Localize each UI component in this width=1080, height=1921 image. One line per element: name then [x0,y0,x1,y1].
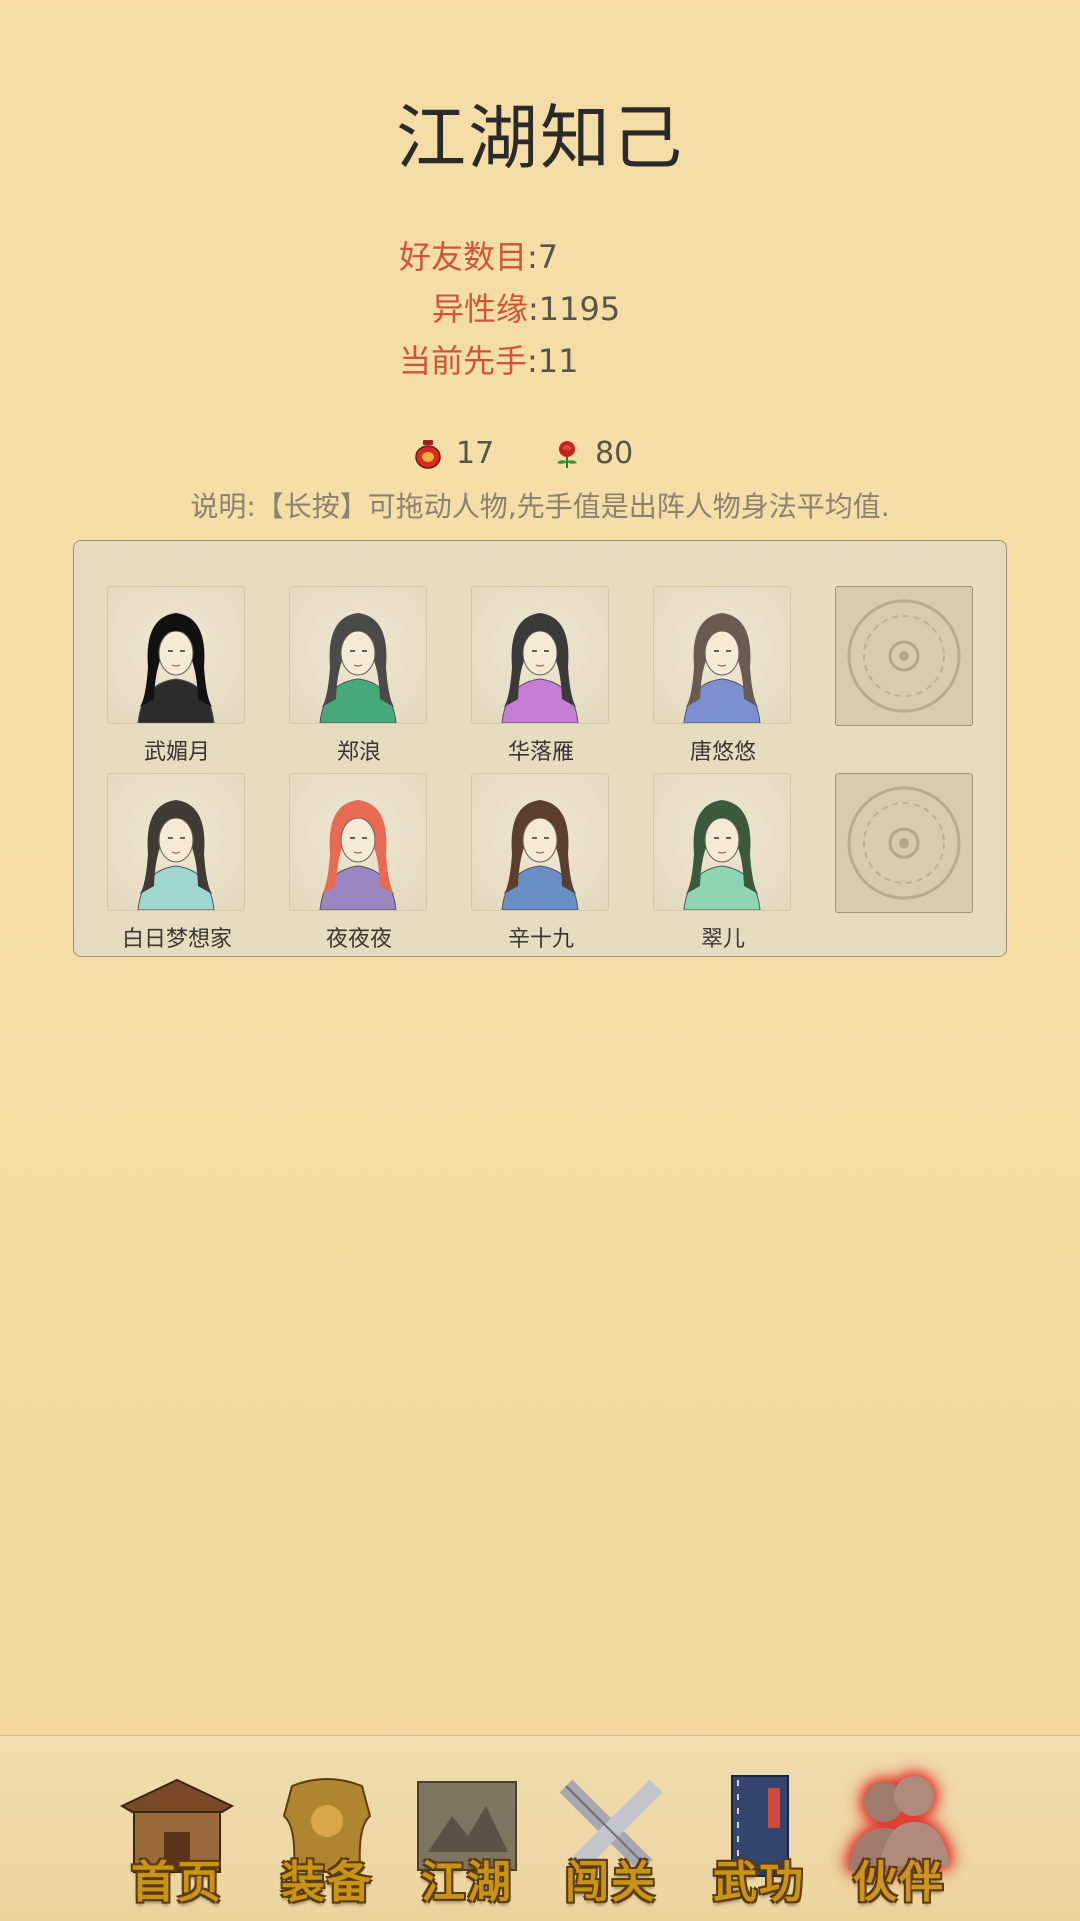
nav-item-scroll-map[interactable]: 江湖 [402,1766,532,1908]
companion-portrait [471,773,609,911]
companion-portrait [653,773,791,911]
stat-initiative: 当前先手:11 [399,342,579,380]
companion-portrait [653,586,791,724]
resource-rose-count: 80 [595,436,634,471]
nav-label: 闯关 [565,1857,657,1908]
page-title: 江湖知己 [396,97,684,179]
stat-label: 好友数目 [399,238,528,276]
nav-item-armor[interactable]: 装备 [262,1766,392,1908]
companion-name: 郑浪 [336,740,381,765]
wine-jar-icon [415,439,441,469]
nav-label: 武功 [713,1857,805,1908]
stat-label: 异性缘 [432,290,529,328]
companion-name: 唐悠悠 [689,740,756,765]
nav-label: 首页 [131,1857,223,1908]
rose-icon [557,440,577,468]
empty-slot[interactable] [835,586,975,726]
stat-friend-count: 好友数目:7 [399,238,559,276]
companion-card[interactable]: 武媚月 [107,586,247,766]
resource-rose: 80 [553,436,633,471]
empty-slot[interactable] [835,773,975,913]
stat-label: 当前先手 [399,342,528,380]
companion-name: 翠儿 [700,927,745,952]
stat-opposite-sex-affinity: 异性缘:1195 [432,290,621,328]
nav-item-companions[interactable]: 伙伴 [834,1766,964,1908]
companion-card[interactable]: 唐悠悠 [653,586,793,766]
stat-value: 11 [537,342,579,380]
companion-card[interactable]: 白日梦想家 [107,773,247,953]
companion-name: 白日梦想家 [121,927,232,952]
companion-name: 华落雁 [507,740,574,765]
bottom-nav: 首页 装备 江湖 闯关 武功 伙伴 [0,1735,1080,1921]
resource-wine: 17 [414,436,494,471]
companion-name: 夜夜夜 [325,927,392,952]
companion-name: 辛十九 [507,927,574,952]
companion-card[interactable]: 郑浪 [289,586,429,766]
nav-label: 江湖 [421,1857,513,1908]
companion-portrait [107,773,245,911]
stat-value: 7 [537,238,559,276]
companion-name: 武媚月 [143,740,210,765]
bronze-mirror-icon [835,586,973,726]
companion-card[interactable]: 华落雁 [471,586,611,766]
companion-portrait [471,586,609,724]
companion-portrait [289,586,427,724]
nav-item-martial-book[interactable]: 武功 [694,1766,824,1908]
bronze-mirror-icon [835,773,973,913]
nav-item-crossed-swords[interactable]: 闯关 [546,1766,676,1908]
companion-portrait [107,586,245,724]
nav-item-house[interactable]: 首页 [112,1766,242,1908]
companion-grid: 武媚月 郑浪 华落雁 唐悠悠 白日梦想家 夜夜夜 辛十九 翠儿 [73,540,1007,957]
resource-wine-count: 17 [456,436,495,471]
companion-card[interactable]: 辛十九 [471,773,611,953]
companion-card[interactable]: 夜夜夜 [289,773,429,953]
stat-value: 1195 [538,290,621,328]
instruction-note: 说明:【长按】可拖动人物,先手值是出阵人物身法平均值. [190,490,890,523]
nav-label: 装备 [281,1857,373,1908]
nav-label: 伙伴 [853,1857,945,1908]
companion-card[interactable]: 翠儿 [653,773,793,953]
companion-portrait [289,773,427,911]
